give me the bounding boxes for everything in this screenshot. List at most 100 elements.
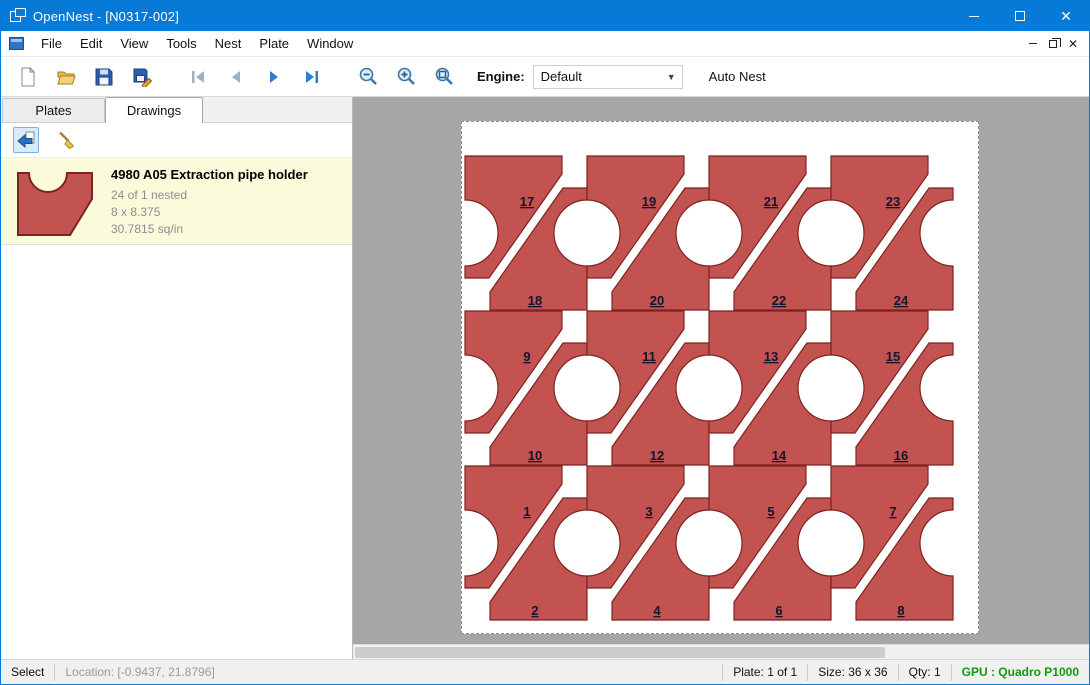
status-mode: Select	[1, 660, 54, 684]
part-number-label: 12	[650, 448, 664, 463]
part-number-label: 21	[764, 194, 778, 209]
zoom-out-icon	[358, 66, 379, 87]
previous-plate-button[interactable]	[221, 62, 251, 92]
part-number-label: 19	[642, 194, 656, 209]
child-close-icon: ✕	[1068, 38, 1078, 50]
zoom-in-icon	[396, 66, 417, 87]
status-gpu: GPU : Quadro P1000	[952, 660, 1089, 684]
import-drawing-button[interactable]	[13, 127, 39, 153]
part-number-label: 16	[894, 448, 908, 463]
drawing-title: 4980 A05 Extraction pipe holder	[111, 167, 308, 182]
title-bar: OpenNest - [N0317-002] ✕	[1, 1, 1089, 31]
menu-edit[interactable]: Edit	[71, 32, 111, 55]
part-number-label: 2	[531, 603, 538, 618]
part-number-label: 1	[523, 504, 530, 519]
open-folder-icon	[56, 67, 76, 87]
part-number-label: 13	[764, 349, 778, 364]
part-number-label: 6	[775, 603, 782, 618]
part-number-label: 11	[642, 349, 656, 364]
chevron-down-icon: ▼	[667, 72, 682, 82]
new-button[interactable]	[13, 62, 43, 92]
part-number-label: 5	[767, 504, 774, 519]
drawing-area: 30.7815 sq/in	[111, 221, 308, 238]
drawing-list-item[interactable]: 4980 A05 Extraction pipe holder 24 of 1 …	[1, 157, 352, 245]
sidebar-tabstrip: Plates Drawings	[1, 97, 352, 123]
zoom-out-button[interactable]	[353, 62, 383, 92]
part-number-label: 4	[653, 603, 661, 618]
part-number-label: 7	[889, 504, 896, 519]
app-icon	[10, 8, 26, 24]
child-restore-icon	[1049, 40, 1057, 48]
first-icon	[188, 67, 208, 87]
part-number-label: 3	[645, 504, 652, 519]
menu-window[interactable]: Window	[298, 32, 362, 55]
maximize-button[interactable]	[997, 1, 1043, 31]
status-plate: Plate: 1 of 1	[723, 660, 807, 684]
auto-nest-button[interactable]: Auto Nest	[703, 65, 772, 88]
child-restore-button[interactable]	[1043, 35, 1063, 53]
status-location: Location: [-0.9437, 21.8796]	[55, 660, 224, 684]
zoom-fit-icon	[434, 66, 455, 87]
plate: 171819202122232491011121314151612345678	[461, 121, 979, 634]
zoom-fit-button[interactable]	[429, 62, 459, 92]
zoom-in-button[interactable]	[391, 62, 421, 92]
save-icon	[94, 67, 114, 87]
part-number-label: 20	[650, 293, 664, 308]
close-button[interactable]: ✕	[1043, 1, 1089, 31]
menu-tools[interactable]: Tools	[157, 32, 205, 55]
next-plate-button[interactable]	[259, 62, 289, 92]
nest-canvas[interactable]: 171819202122232491011121314151612345678	[353, 97, 1089, 659]
sidebar: Plates Drawings	[1, 97, 353, 659]
minimize-icon	[969, 16, 979, 17]
last-plate-button[interactable]	[297, 62, 327, 92]
window-title: OpenNest - [N0317-002]	[33, 9, 179, 24]
opennest-window: OpenNest - [N0317-002] ✕ File Edit View …	[0, 0, 1090, 685]
next-icon	[264, 67, 284, 87]
status-bar: Select Location: [-0.9437, 21.8796] Plat…	[1, 659, 1089, 684]
part-number-label: 8	[897, 603, 904, 618]
maximize-icon	[1015, 11, 1025, 21]
previous-icon	[226, 67, 246, 87]
part-number-label: 23	[886, 194, 900, 209]
drawing-nested-count: 24 of 1 nested	[111, 187, 308, 204]
part-thumbnail	[9, 163, 101, 239]
first-plate-button[interactable]	[183, 62, 213, 92]
drawings-toolbar	[1, 123, 352, 157]
part-number-label: 14	[772, 448, 787, 463]
new-document-icon	[18, 67, 38, 87]
child-close-button[interactable]: ✕	[1063, 35, 1083, 53]
child-minimize-button[interactable]	[1023, 35, 1043, 53]
save-edit-button[interactable]	[127, 62, 157, 92]
child-minimize-icon	[1029, 43, 1037, 44]
part-number-label: 15	[886, 349, 900, 364]
menu-plate[interactable]: Plate	[250, 32, 298, 55]
menu-nest[interactable]: Nest	[206, 32, 251, 55]
import-arrow-icon	[16, 130, 36, 150]
engine-value: Default	[541, 69, 582, 84]
part-number-label: 17	[520, 194, 534, 209]
clean-button[interactable]	[53, 127, 79, 153]
part-number-label: 24	[894, 293, 909, 308]
save-button[interactable]	[89, 62, 119, 92]
tab-drawings[interactable]: Drawings	[105, 97, 203, 123]
minimize-button[interactable]	[951, 1, 997, 31]
scrollbar-thumb[interactable]	[355, 647, 885, 658]
part-number-label: 22	[772, 293, 786, 308]
part-thumbnail-drawing	[14, 163, 96, 239]
nest-svg: 171819202122232491011121314151612345678	[462, 122, 978, 633]
part-number-label: 18	[528, 293, 542, 308]
main-toolbar: Engine: Default ▼ Auto Nest	[1, 57, 1089, 97]
horizontal-scrollbar[interactable]	[353, 644, 1089, 659]
engine-label: Engine:	[477, 69, 525, 84]
open-button[interactable]	[51, 62, 81, 92]
menu-file[interactable]: File	[32, 32, 71, 55]
broom-icon	[56, 130, 76, 150]
part-number-label: 10	[528, 448, 542, 463]
menu-view[interactable]: View	[111, 32, 157, 55]
save-edit-icon	[132, 67, 152, 87]
status-qty: Qty: 1	[899, 660, 951, 684]
tab-plates[interactable]: Plates	[2, 98, 105, 122]
status-size: Size: 36 x 36	[808, 660, 897, 684]
document-icon[interactable]	[9, 37, 24, 50]
engine-select[interactable]: Default ▼	[533, 65, 683, 89]
